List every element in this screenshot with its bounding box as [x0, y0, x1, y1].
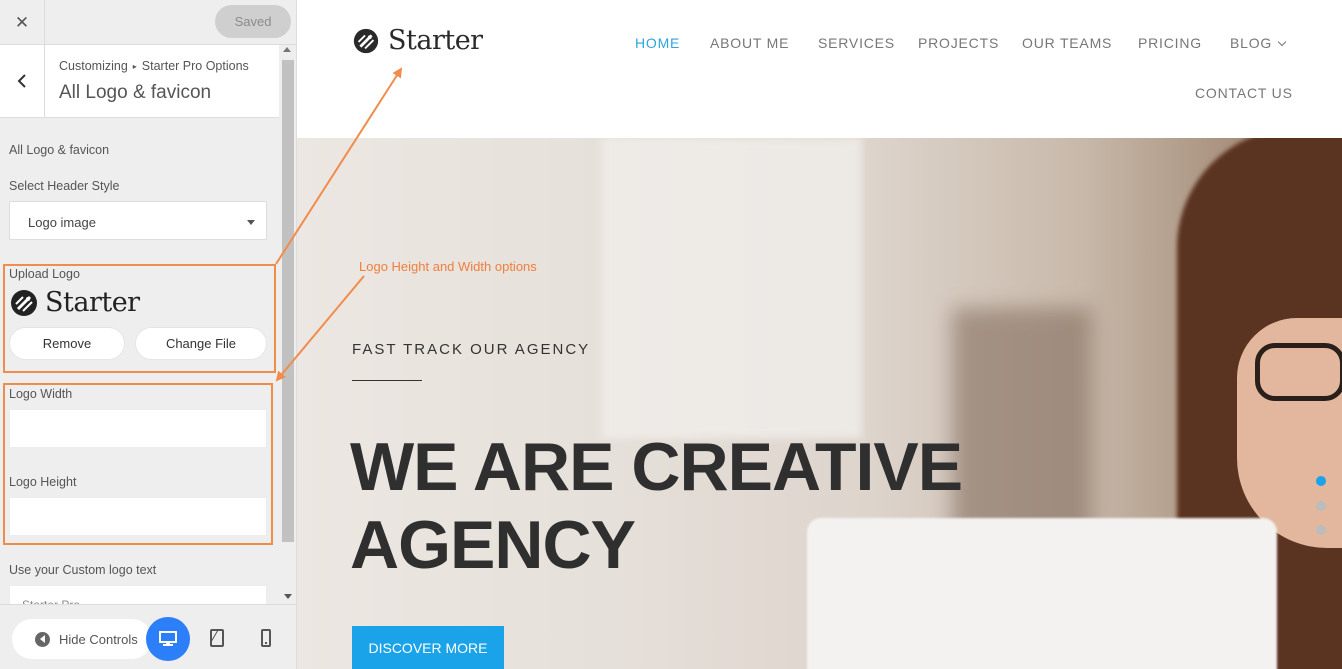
close-icon: ✕	[14, 12, 30, 32]
slider-dot-3[interactable]	[1316, 525, 1326, 535]
custom-logo-text-label: Use your Custom logo text	[9, 563, 157, 577]
saved-button[interactable]: Saved	[215, 5, 291, 38]
mobile-icon	[261, 629, 271, 647]
logo-height-input[interactable]	[9, 497, 267, 536]
mobile-preview-button[interactable]	[260, 629, 272, 652]
breadcrumb: Customizing ▸ Starter Pro Options	[59, 59, 249, 73]
back-button[interactable]	[0, 45, 45, 117]
desktop-icon	[159, 631, 177, 646]
chevron-left-icon	[17, 74, 26, 88]
site-logo-text: Starter	[388, 25, 483, 56]
hero-title: WE ARE CREATIVE AGENCY	[350, 428, 963, 584]
logo-width-label: Logo Width	[9, 387, 73, 401]
hide-controls-button[interactable]: Hide Controls	[12, 619, 152, 659]
hero-title-line2: AGENCY	[350, 507, 636, 583]
chevron-down-icon	[1277, 37, 1287, 47]
desktop-preview-button[interactable]	[146, 617, 190, 661]
collapse-arrow-icon	[35, 631, 50, 647]
nav-home[interactable]: HOME	[635, 35, 680, 51]
section-title: All Logo & favicon	[59, 82, 212, 103]
site-preview: Starter HOME ABOUT ME SERVICES PROJECTS …	[297, 0, 1342, 669]
uploaded-logo-text: Starter	[45, 287, 140, 318]
tablet-preview-button[interactable]	[209, 629, 225, 652]
nav-contact[interactable]: CONTACT US	[1195, 85, 1293, 101]
site-logo[interactable]: Starter	[352, 25, 483, 56]
section-heading: All Logo & favicon	[9, 143, 110, 157]
annotation-label: Logo Height and Width options	[359, 259, 537, 274]
hide-controls-label: Hide Controls	[59, 631, 138, 647]
logo-height-label: Logo Height	[9, 475, 77, 489]
breadcrumb-root: Customizing	[59, 59, 128, 73]
customizer-footer: Hide Controls	[0, 604, 296, 669]
rocket-logo-icon	[353, 28, 379, 53]
breadcrumb-parent: Starter Pro Options	[141, 59, 249, 73]
slider-dot-2[interactable]	[1316, 501, 1326, 511]
hero-divider	[352, 380, 422, 381]
section-header: Customizing ▸ Starter Pro Options All Logo…	[0, 45, 279, 118]
uploaded-logo-preview: Starter	[9, 287, 140, 318]
nav-services[interactable]: SERVICES	[818, 35, 895, 51]
hero-background-window	[602, 138, 862, 438]
upload-logo-label: Upload Logo	[9, 267, 80, 281]
header-style-value: Logo image	[28, 215, 96, 230]
nav-about[interactable]: ABOUT ME	[710, 35, 789, 51]
scroll-down-arrow-icon[interactable]	[284, 594, 292, 599]
hero-title-line1: WE ARE CREATIVE	[350, 429, 963, 505]
close-customizer-button[interactable]: ✕	[0, 0, 45, 45]
remove-logo-button[interactable]: Remove	[9, 327, 125, 360]
rocket-logo-icon	[11, 289, 37, 316]
breadcrumb-separator: ▸	[132, 62, 137, 71]
discover-more-button[interactable]: DISCOVER MORE	[352, 626, 504, 669]
slider-dot-1[interactable]	[1316, 476, 1326, 486]
nav-blog[interactable]: BLOG	[1230, 35, 1287, 51]
change-file-button[interactable]: Change File	[135, 327, 267, 360]
scroll-up-arrow-icon[interactable]	[283, 47, 291, 52]
hero-slider: FAST TRACK OUR AGENCY WE ARE CREATIVE AG…	[297, 138, 1342, 669]
customizer-header: ✕ Saved	[0, 0, 296, 45]
customizer-sidebar: ✕ Saved Customizing ▸ Starter Pro Options …	[0, 0, 297, 669]
logo-width-input[interactable]	[9, 409, 267, 448]
header-style-label: Select Header Style	[9, 179, 120, 193]
hero-person-glasses	[1255, 343, 1342, 401]
scrollbar-thumb[interactable]	[282, 60, 294, 542]
hero-eyebrow: FAST TRACK OUR AGENCY	[352, 341, 591, 358]
nav-projects[interactable]: PROJECTS	[918, 35, 999, 51]
dropdown-caret-icon	[247, 220, 255, 225]
tablet-icon	[210, 629, 224, 647]
header-style-select[interactable]: Logo image	[9, 201, 267, 240]
nav-blog-label: BLOG	[1230, 35, 1273, 51]
nav-pricing[interactable]: PRICING	[1138, 35, 1202, 51]
nav-teams[interactable]: OUR TEAMS	[1022, 35, 1112, 51]
